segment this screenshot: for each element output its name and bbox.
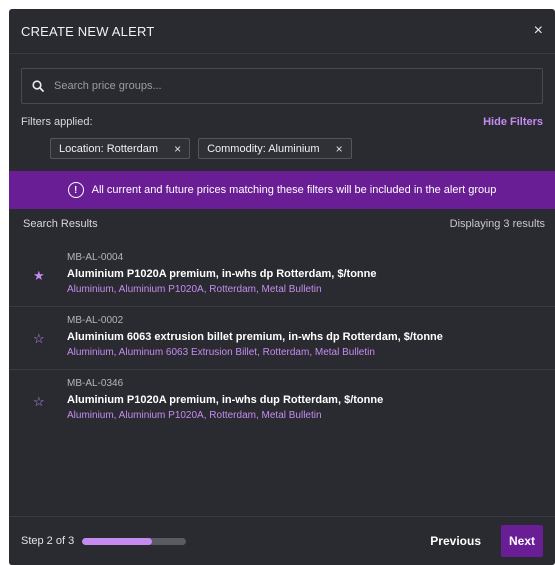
star-outline-icon[interactable]: ☆ — [33, 394, 49, 410]
star-outline-icon[interactable]: ☆ — [33, 331, 49, 347]
list-item-body: MB-AL-0004 Aluminium P1020A premium, in-… — [67, 250, 376, 298]
star-filled-icon[interactable]: ★ — [33, 268, 49, 284]
price-code: MB-AL-0004 — [67, 252, 124, 263]
results-header: Search Results Displaying 3 results — [9, 209, 555, 230]
remove-filter-icon[interactable]: × — [336, 142, 343, 156]
filter-chip-label: Commodity: Aluminium — [207, 142, 320, 155]
price-tags: Aluminium, Aluminium P1020A, Rotterdam, … — [67, 284, 322, 295]
close-icon[interactable]: × — [534, 23, 543, 39]
list-item-body: MB-AL-0002 Aluminium 6063 extrusion bill… — [67, 313, 443, 361]
filter-chip-commodity: Commodity: Aluminium × — [198, 138, 352, 159]
modal-footer: Step 2 of 3 Previous Next — [9, 516, 555, 565]
info-banner: ! All current and future prices matching… — [9, 171, 555, 209]
price-tags: Aluminium, Aluminum 6063 Extrusion Bille… — [67, 347, 375, 358]
search-input[interactable] — [52, 79, 532, 93]
price-code: MB-AL-0346 — [67, 378, 124, 389]
create-alert-modal: CREATE NEW ALERT × Filters applied: Hide… — [9, 9, 555, 565]
progress-bar — [82, 537, 187, 545]
search-box[interactable] — [21, 68, 543, 104]
filter-chip-label: Location: Rotterdam — [59, 142, 159, 155]
filter-chip-location: Location: Rotterdam × — [50, 138, 191, 159]
modal-header: CREATE NEW ALERT × — [9, 9, 555, 54]
hide-filters-link[interactable]: Hide Filters — [483, 116, 543, 128]
price-name: Aluminium P1020A premium, in-whs dp Rott… — [67, 268, 377, 280]
step-label: Step 2 of 3 — [21, 535, 75, 547]
price-code: MB-AL-0002 — [67, 315, 124, 326]
filters-row: Filters applied: Hide Filters — [21, 116, 543, 128]
step-indicator: Step 2 of 3 — [21, 535, 187, 547]
filters-label: Filters applied: — [21, 116, 93, 128]
list-item[interactable]: ☆ MB-AL-0002 Aluminium 6063 extrusion bi… — [9, 307, 555, 370]
remove-filter-icon[interactable]: × — [174, 142, 181, 156]
price-tags: Aluminium, Aluminium P1020A, Rotterdam, … — [67, 410, 322, 421]
results-list: ★ MB-AL-0004 Aluminium P1020A premium, i… — [9, 244, 555, 432]
progress-fill — [82, 537, 152, 545]
price-name: Aluminium P1020A premium, in-whs dup Rot… — [67, 394, 384, 406]
wizard-nav: Previous Next — [424, 525, 543, 557]
next-button[interactable]: Next — [501, 525, 543, 557]
list-item[interactable]: ☆ MB-AL-0346 Aluminium P1020A premium, i… — [9, 370, 555, 432]
previous-button[interactable]: Previous — [424, 533, 487, 549]
info-icon: ! — [67, 182, 84, 198]
search-icon — [32, 80, 44, 92]
results-count: Displaying 3 results — [449, 218, 545, 230]
banner-text: All current and future prices matching t… — [91, 184, 497, 196]
price-name: Aluminium 6063 extrusion billet premium,… — [67, 331, 443, 343]
list-item[interactable]: ★ MB-AL-0004 Aluminium P1020A premium, i… — [9, 244, 555, 307]
modal-title: CREATE NEW ALERT — [21, 23, 155, 39]
list-item-body: MB-AL-0346 Aluminium P1020A premium, in-… — [67, 376, 383, 424]
filter-chips: Location: Rotterdam × Commodity: Alumini… — [50, 138, 555, 159]
results-heading: Search Results — [23, 218, 98, 230]
